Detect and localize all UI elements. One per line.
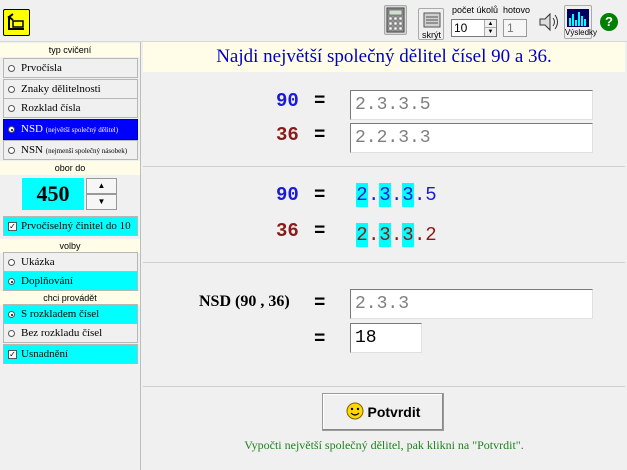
- calculator-button[interactable]: [384, 5, 407, 35]
- nsd-factorization-field[interactable]: 2.3.3: [350, 289, 593, 319]
- hide-label: skrýt: [422, 30, 441, 40]
- result-eq: =: [314, 328, 326, 350]
- exercise-option-primes[interactable]: Prvočísla: [3, 58, 138, 78]
- task-count-stepper[interactable]: 10 ▲ ▼: [451, 19, 497, 37]
- section-range-title: obor do: [0, 161, 140, 175]
- option-without-factorization[interactable]: Bez rozkladu čísel: [3, 323, 138, 343]
- page-title: Najdi největší společný dělitel čísel 90…: [143, 42, 625, 72]
- radio-icon: [8, 311, 15, 318]
- factor-dot: .: [391, 224, 403, 246]
- section-exercise-title: typ cvičení: [0, 43, 140, 57]
- radio-icon: [8, 147, 15, 154]
- row1-number: 90: [276, 90, 299, 112]
- results-button[interactable]: Výsledky: [564, 5, 597, 39]
- row4-number: 36: [276, 220, 299, 242]
- hide-button[interactable]: skrýt: [418, 8, 444, 40]
- divider: [143, 262, 625, 263]
- row2-factorization-field[interactable]: 2.2.3.3: [350, 123, 593, 153]
- divider: [143, 386, 625, 387]
- row1-eq: =: [314, 90, 326, 112]
- option-fill-in[interactable]: Doplňování: [3, 271, 138, 291]
- factor-digit: 3: [379, 183, 391, 207]
- row4-eq: =: [314, 220, 326, 242]
- hide-icon: [423, 12, 441, 28]
- nsd-result-input[interactable]: 18: [350, 323, 422, 353]
- factor-dot: .: [414, 184, 426, 206]
- factor-digit: 2: [425, 224, 437, 246]
- divider: [143, 166, 625, 167]
- nsd-eq: =: [314, 292, 326, 314]
- exercise-option-factorization[interactable]: Rozklad čísla: [3, 98, 138, 118]
- factor-digit: 5: [425, 184, 437, 206]
- row3-number: 90: [276, 184, 299, 206]
- radio-icon: [8, 259, 15, 266]
- nsd-label: NSD (90 , 36): [199, 293, 290, 310]
- factor-digit: 2: [356, 183, 368, 207]
- exercise-option-gcd[interactable]: NSD (největší společný dělitel): [3, 119, 138, 140]
- task-count-value: 10: [454, 21, 468, 35]
- row2-number: 36: [276, 124, 299, 146]
- radio-icon: [8, 278, 15, 285]
- radio-icon: [8, 126, 15, 133]
- confirm-button[interactable]: Potvrdit: [322, 393, 444, 431]
- done-label: hotovo: [503, 5, 531, 15]
- factor-dot: .: [414, 224, 426, 246]
- radio-icon: [8, 86, 15, 93]
- factor-dot: .: [368, 224, 380, 246]
- range-value: 450: [22, 178, 84, 210]
- done-field: 1: [503, 19, 527, 37]
- row3-eq: =: [314, 184, 326, 206]
- radio-icon: [8, 105, 15, 112]
- results-label: Výsledky: [565, 28, 598, 37]
- help-button[interactable]: ?: [600, 13, 618, 31]
- range-up-button[interactable]: ▲: [86, 178, 117, 194]
- task-count-down[interactable]: ▼: [484, 28, 496, 36]
- option-with-factorization[interactable]: S rozkladem čísel: [3, 304, 138, 324]
- hint-checkbox[interactable]: ✓ Usnadnění: [3, 344, 138, 364]
- row4-factors: 2.3.3.2: [356, 223, 437, 247]
- smiley-icon: [346, 402, 364, 420]
- calculator-icon: [386, 7, 405, 33]
- results-icon: [567, 9, 589, 27]
- checkbox-icon: ✓: [8, 350, 17, 359]
- task-count-label: počet úkolů: [452, 5, 499, 15]
- checkbox-icon: ✓: [8, 222, 17, 231]
- section-do-title: chci provádět: [0, 291, 140, 305]
- row1-factorization-field[interactable]: 2.3.3.5: [350, 90, 593, 120]
- speaker-icon: [539, 12, 558, 32]
- factor-digit: 2: [356, 223, 368, 247]
- hint-text: Vypočti největší společný dělitel, pak k…: [244, 438, 524, 452]
- factor-digit: 3: [402, 183, 414, 207]
- row3-factors: 2.3.3.5: [356, 183, 437, 207]
- factor-dot: .: [391, 184, 403, 206]
- help-icon: ?: [605, 14, 613, 29]
- factor-digit: 3: [379, 223, 391, 247]
- range-down-button[interactable]: ▼: [86, 194, 117, 210]
- back-folder-button[interactable]: [3, 9, 30, 36]
- done-value: 1: [507, 21, 514, 35]
- back-folder-icon: [7, 13, 24, 30]
- option-sample[interactable]: Ukázka: [3, 252, 138, 272]
- section-options-title: volby: [0, 239, 140, 253]
- factor-dot: .: [368, 184, 380, 206]
- exercise-option-lcm[interactable]: NSN (nejmenší společný násobek): [3, 140, 138, 160]
- toolbar: skrýt počet úkolů 10 ▲ ▼ hotovo 1 Výsled…: [0, 0, 627, 42]
- speaker-button[interactable]: [537, 10, 561, 34]
- factor-digit: 3: [402, 223, 414, 247]
- task-count-up[interactable]: ▲: [484, 20, 496, 28]
- exercise-option-divisibility[interactable]: Znaky dělitelnosti: [3, 79, 138, 99]
- row2-eq: =: [314, 124, 326, 146]
- radio-icon: [8, 65, 15, 72]
- prime-factor-checkbox[interactable]: ✓ Prvočíselný činitel do 10: [3, 216, 138, 236]
- radio-icon: [8, 330, 15, 337]
